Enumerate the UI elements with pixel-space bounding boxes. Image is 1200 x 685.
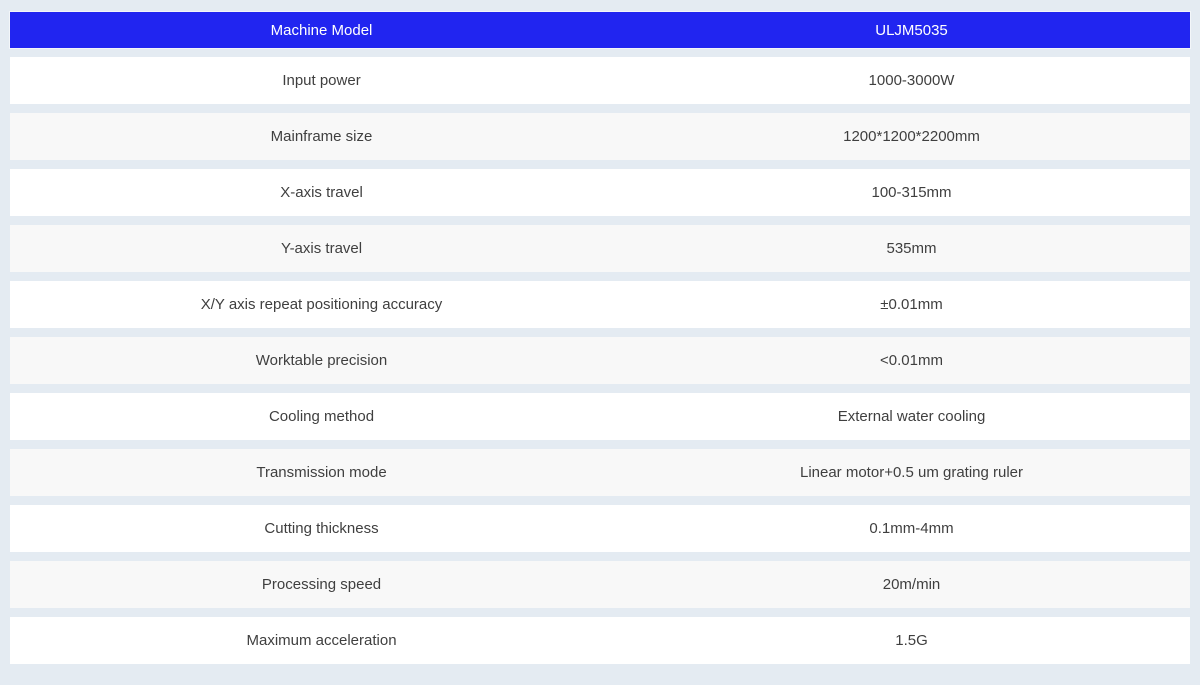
spec-label-cell: Input power (10, 72, 633, 89)
spec-row-repeat-positioning-accuracy: X/Y axis repeat positioning accuracy ±0.… (10, 281, 1190, 328)
table-header-row: Machine Model ULJM5035 (10, 12, 1190, 48)
spec-value-cell: <0.01mm (633, 352, 1190, 369)
spec-label-cell: Y-axis travel (10, 240, 633, 257)
spec-label-cell: Cutting thickness (10, 520, 633, 537)
spec-value-cell: 1.5G (633, 632, 1190, 649)
spec-value-cell: 100-315mm (633, 184, 1190, 201)
spec-label-cell: Worktable precision (10, 352, 633, 369)
header-machine-model-cell: Machine Model (10, 22, 633, 39)
spec-row-input-power: Input power 1000-3000W (10, 57, 1190, 104)
spec-label-cell: Transmission mode (10, 464, 633, 481)
spec-value-cell: 0.1mm-4mm (633, 520, 1190, 537)
spec-label-cell: X-axis travel (10, 184, 633, 201)
spec-value-cell: ±0.01mm (633, 296, 1190, 313)
spec-label-cell: Processing speed (10, 576, 633, 593)
spec-label-cell: X/Y axis repeat positioning accuracy (10, 296, 633, 313)
spec-row-cooling-method: Cooling method External water cooling (10, 393, 1190, 440)
machine-spec-table: Machine Model ULJM5035 Input power 1000-… (10, 0, 1190, 664)
spec-row-maximum-acceleration: Maximum acceleration 1.5G (10, 617, 1190, 664)
spec-value-cell: 535mm (633, 240, 1190, 257)
spec-value-cell: External water cooling (633, 408, 1190, 425)
spec-row-y-axis-travel: Y-axis travel 535mm (10, 225, 1190, 272)
spec-label-cell: Mainframe size (10, 128, 633, 145)
spec-value-cell: 1000-3000W (633, 72, 1190, 89)
spec-row-cutting-thickness: Cutting thickness 0.1mm-4mm (10, 505, 1190, 552)
spec-label-cell: Maximum acceleration (10, 632, 633, 649)
spec-value-cell: Linear motor+0.5 um grating ruler (633, 464, 1190, 481)
spec-row-worktable-precision: Worktable precision <0.01mm (10, 337, 1190, 384)
spec-value-cell: 20m/min (633, 576, 1190, 593)
spec-row-transmission-mode: Transmission mode Linear motor+0.5 um gr… (10, 449, 1190, 496)
spec-label-cell: Cooling method (10, 408, 633, 425)
spec-row-mainframe-size: Mainframe size 1200*1200*2200mm (10, 113, 1190, 160)
spec-value-cell: 1200*1200*2200mm (633, 128, 1190, 145)
spec-row-x-axis-travel: X-axis travel 100-315mm (10, 169, 1190, 216)
header-model-number-cell: ULJM5035 (633, 22, 1190, 39)
spec-row-processing-speed: Processing speed 20m/min (10, 561, 1190, 608)
